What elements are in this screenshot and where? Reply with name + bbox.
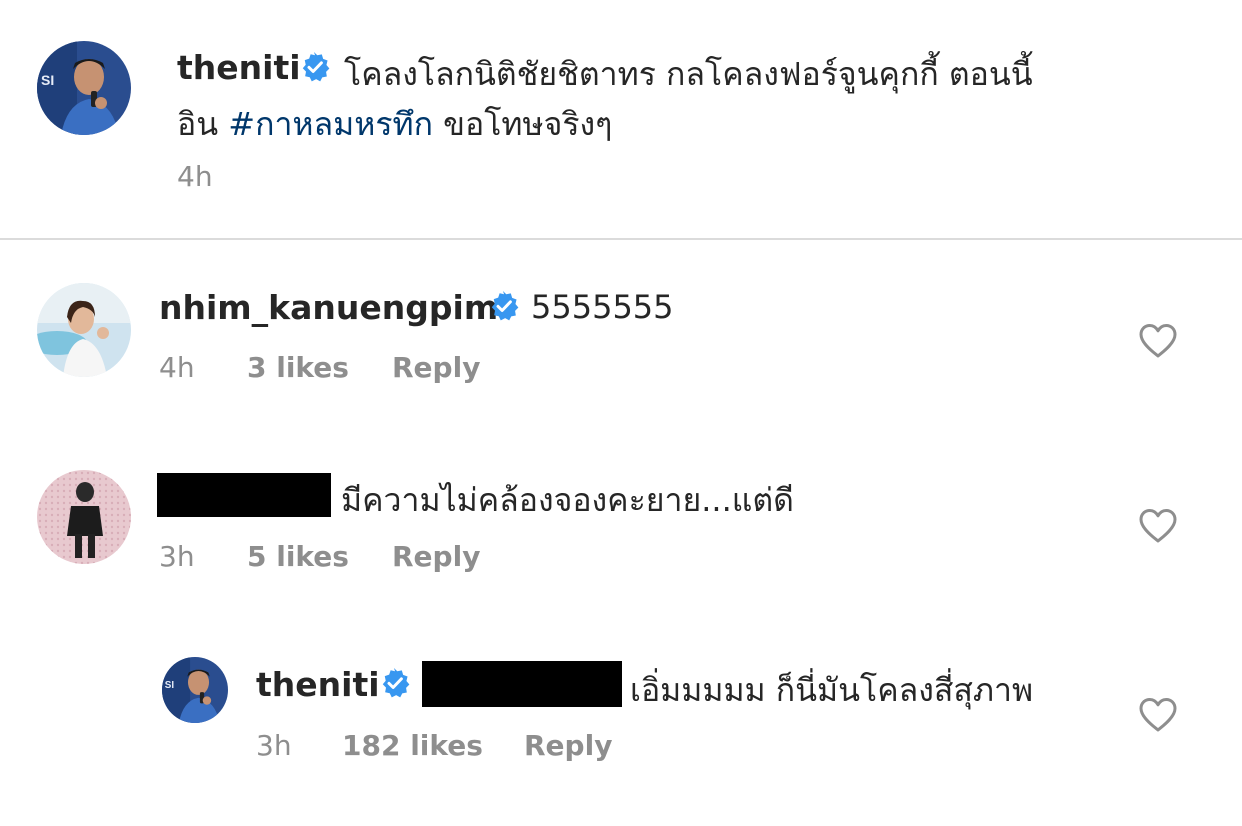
caption-text-line2: อิน #กาหลมหรทึก ขอโทษจริงๆ (177, 99, 612, 150)
redacted-mention (422, 661, 622, 707)
svg-text:SI: SI (41, 72, 54, 88)
reply-timestamp: 3h (256, 729, 292, 762)
comment-avatar[interactable] (37, 470, 131, 564)
comment-timestamp: 3h (159, 540, 195, 573)
redacted-username (157, 473, 331, 517)
reply-button[interactable]: Reply (524, 729, 612, 762)
verified-badge-icon (380, 668, 410, 698)
heart-outline-icon[interactable] (1138, 508, 1178, 544)
reply-username[interactable]: theniti (256, 665, 380, 704)
comment-username[interactable]: nhim_kanuengpim (159, 288, 498, 327)
reply-button[interactable]: Reply (392, 540, 480, 573)
verified-badge-icon (489, 291, 519, 321)
comment-likes-count[interactable]: 5 likes (247, 540, 349, 573)
heart-outline-icon[interactable] (1138, 697, 1178, 733)
caption-hashtag[interactable]: #กาหลมหรทึก (228, 105, 433, 143)
caption-timestamp: 4h (177, 160, 213, 193)
reply-likes-count[interactable]: 182 likes (342, 729, 483, 762)
comment-timestamp: 4h (159, 351, 195, 384)
reply-text: เอิ่มมมมม ก็นี่มันโคลงสี่สุภาพ (630, 671, 1034, 709)
verified-badge-icon (300, 52, 330, 82)
reply-button[interactable]: Reply (392, 351, 480, 384)
comment-likes-count[interactable]: 3 likes (247, 351, 349, 384)
caption-line2-suffix: ขอโทษจริงๆ (443, 105, 613, 143)
heart-outline-icon[interactable] (1138, 323, 1178, 359)
comment-avatar[interactable] (37, 283, 131, 377)
caption-line2-prefix: อิน (177, 105, 219, 143)
reply-avatar[interactable]: SI (162, 657, 228, 723)
comment-text: 5555555 (531, 288, 674, 326)
caption-avatar[interactable]: SI (37, 41, 131, 135)
caption-username[interactable]: theniti (177, 48, 301, 87)
comment-text: มีความไม่คล้องจองคะยาย...แต่ดี (341, 481, 794, 519)
caption-text-line1: โคลงโลกนิติชัยชิตาทร กลโคลงฟอร์จูนคุกกี้… (344, 55, 1033, 93)
caption-divider (0, 238, 1242, 240)
svg-text:SI: SI (165, 680, 175, 691)
